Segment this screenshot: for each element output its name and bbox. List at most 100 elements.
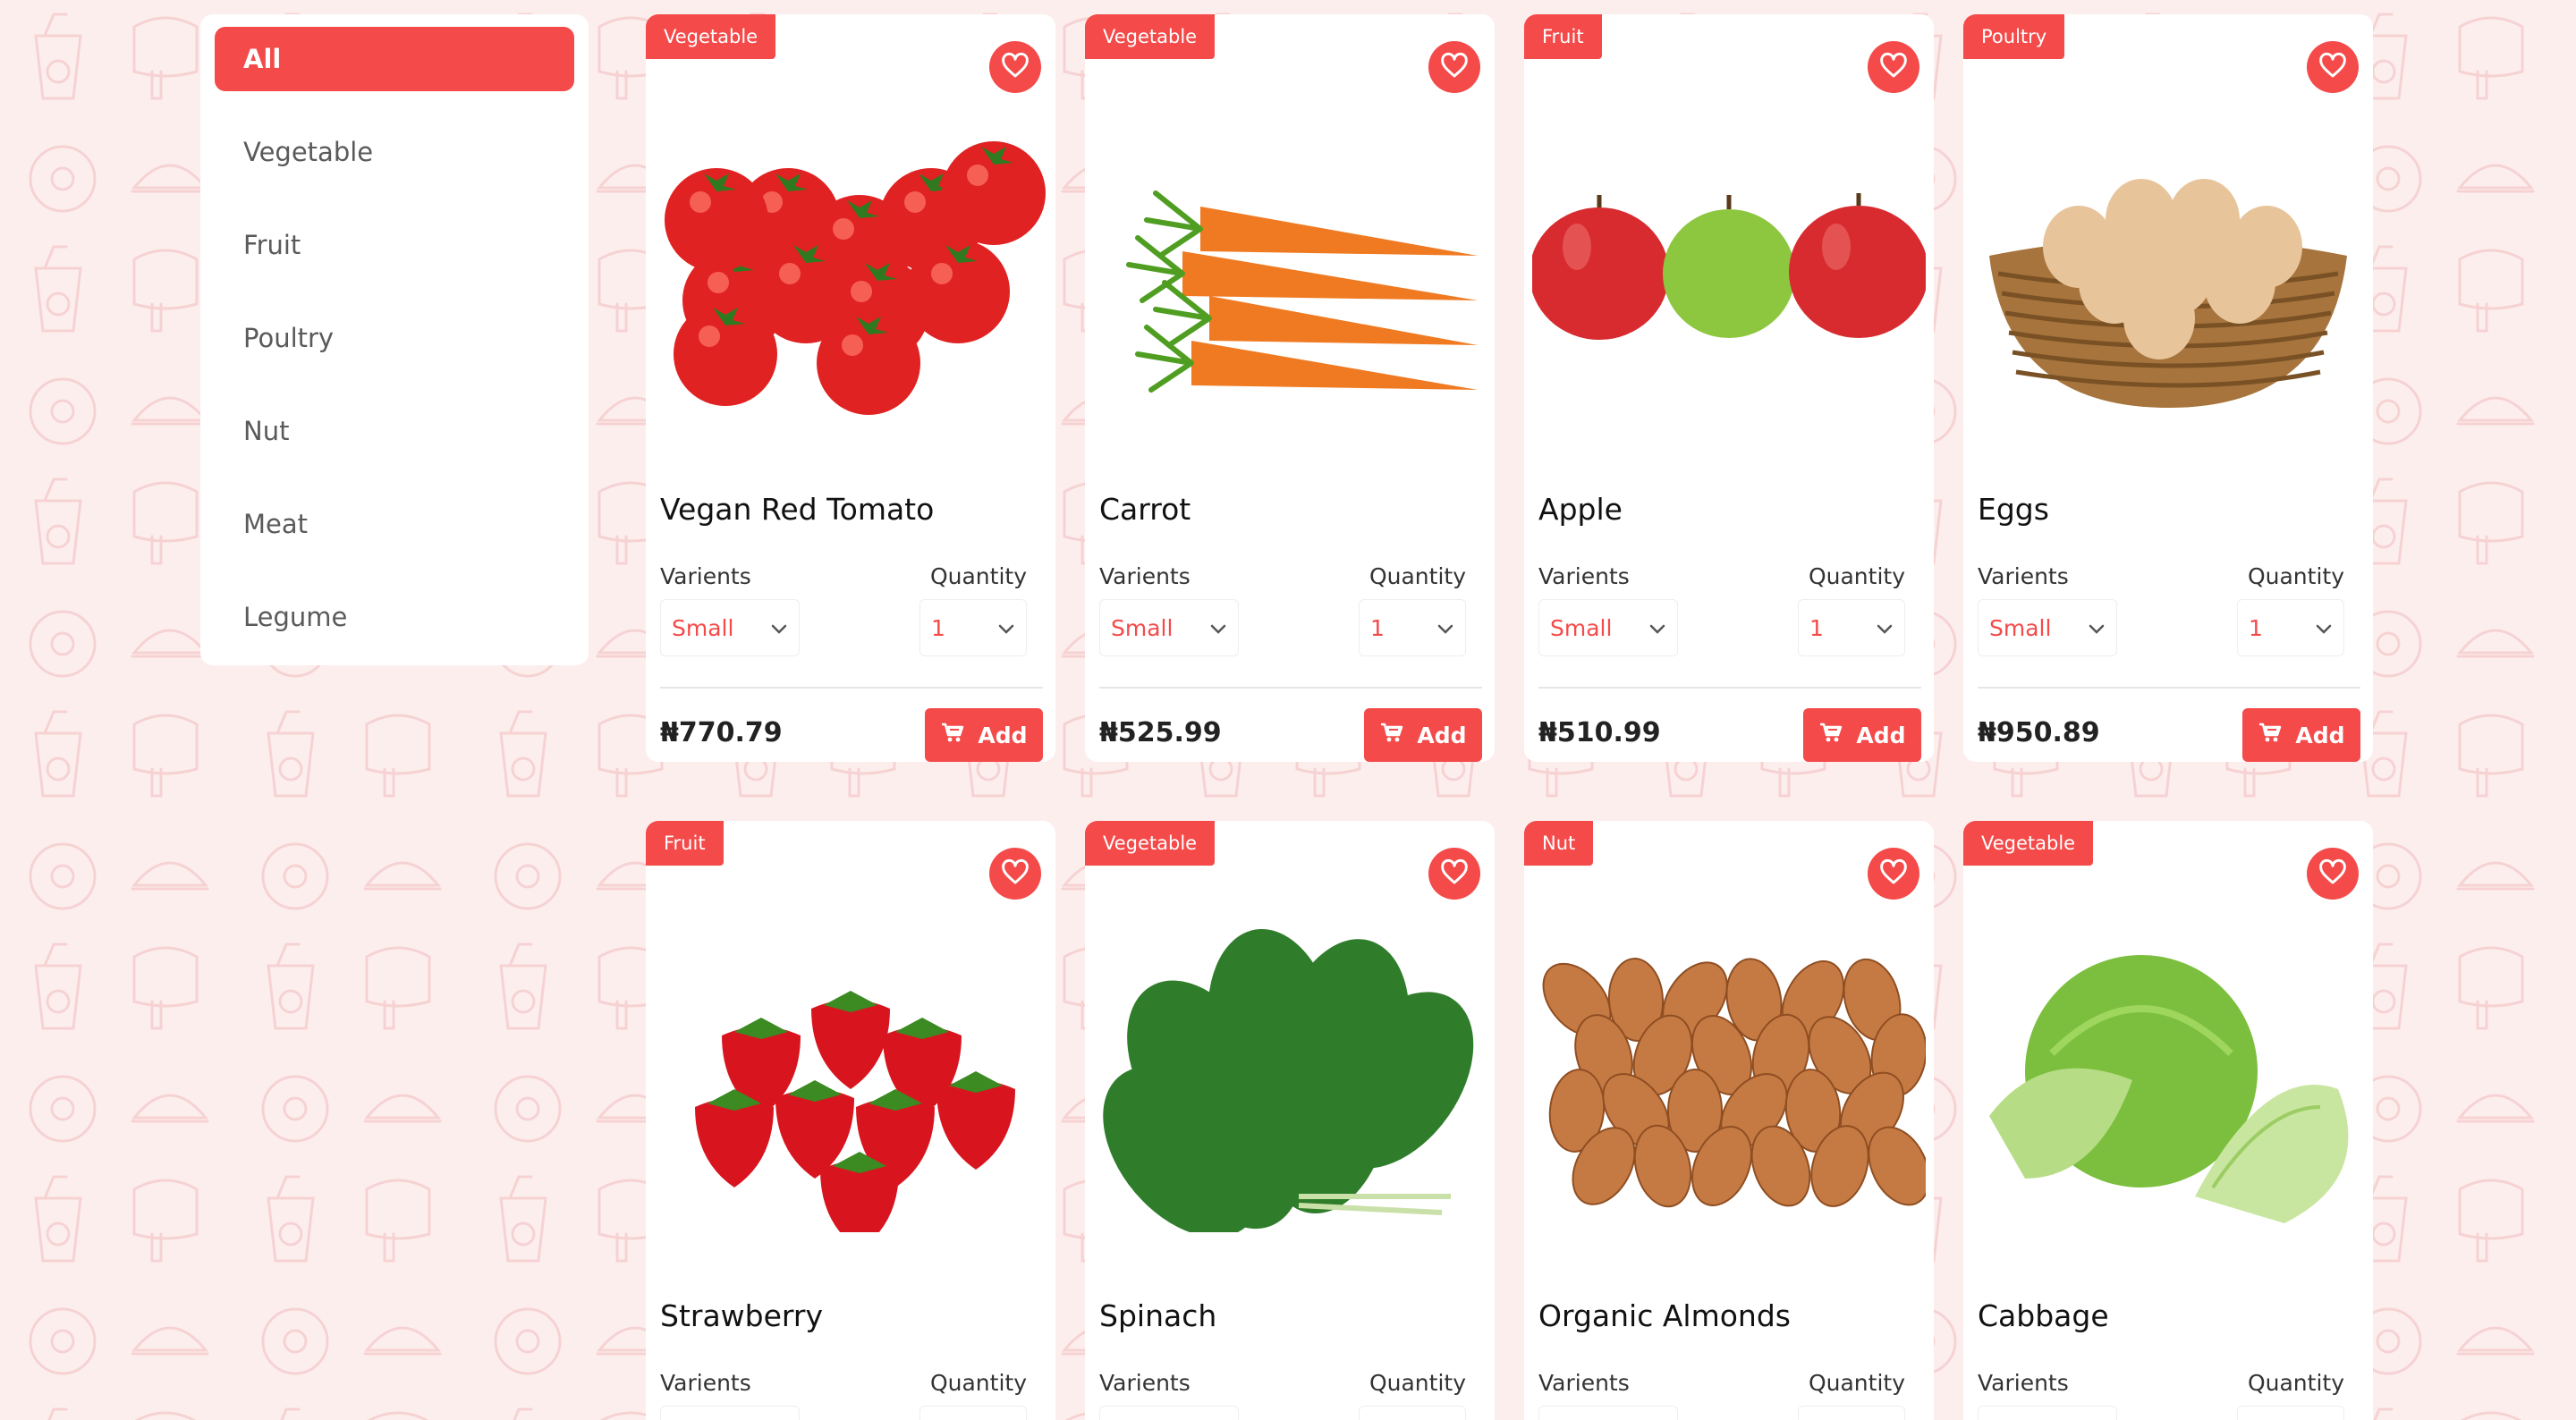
category-badge: Fruit — [1524, 14, 1602, 59]
add-to-cart-button[interactable]: Add — [925, 708, 1043, 762]
quantity-label: Quantity — [1368, 1370, 1466, 1396]
variant-select[interactable]: Small — [1099, 599, 1239, 656]
variant-label: Varients — [1099, 563, 1191, 589]
product-image — [1524, 910, 1934, 1250]
quantity-label: Quantity — [2247, 1370, 2344, 1396]
category-badge: Vegetable — [1085, 821, 1216, 866]
heart-icon — [1879, 858, 1908, 889]
add-button-label: Add — [978, 722, 1028, 748]
sidebar-item-all[interactable]: All — [215, 27, 574, 91]
quantity-label: Quantity — [2247, 563, 2344, 589]
variant-label: Varients — [660, 563, 751, 589]
quantity-label: Quantity — [929, 563, 1027, 589]
category-badge: Poultry — [1963, 14, 2065, 59]
chevron-down-icon — [770, 615, 788, 641]
quantity-label: Quantity — [929, 1370, 1027, 1396]
quantity-select[interactable]: 1 — [1798, 1406, 1905, 1420]
variant-select[interactable]: Small — [1538, 599, 1678, 656]
heart-icon — [1001, 858, 1030, 889]
variant-select[interactable]: Small — [660, 1406, 800, 1420]
product-card: Fruit Apple Varients Quantity Small 1 ₦510.99 A… — [1524, 14, 1934, 762]
quantity-select[interactable]: 1 — [919, 599, 1027, 656]
quantity-value: 1 — [1809, 614, 1824, 641]
product-price: ₦950.89 — [1978, 717, 2100, 748]
add-to-cart-button[interactable]: Add — [1803, 708, 1921, 762]
favorite-button[interactable] — [989, 41, 1041, 93]
favorite-button[interactable] — [2307, 848, 2359, 900]
heart-icon — [1001, 52, 1030, 82]
quantity-value: 1 — [1370, 614, 1385, 641]
add-to-cart-button[interactable]: Add — [2242, 708, 2360, 762]
product-title: Eggs — [1978, 492, 2049, 527]
divider — [1099, 687, 1482, 689]
sidebar-item-meat[interactable]: Meat — [215, 492, 574, 556]
category-sidebar: All Vegetable Fruit Poultry Nut Meat Legume — [200, 14, 589, 665]
variant-select[interactable]: Small — [1538, 1406, 1678, 1420]
product-price: ₦510.99 — [1538, 717, 1661, 748]
product-title: Carrot — [1099, 492, 1191, 527]
variant-select[interactable]: Small — [1099, 1406, 1239, 1420]
category-badge: Vegetable — [1085, 14, 1216, 59]
chevron-down-icon — [2315, 615, 2333, 641]
chevron-down-icon — [997, 615, 1015, 641]
product-title: Organic Almonds — [1538, 1298, 1791, 1333]
cart-icon — [1379, 722, 1404, 748]
variant-select[interactable]: Small — [1978, 1406, 2117, 1420]
quantity-select[interactable]: 1 — [919, 1406, 1027, 1420]
product-image — [1524, 104, 1934, 444]
product-card: Vegetable Vegan Red Tomato Varients Quantit… — [646, 14, 1055, 762]
sidebar-item-poultry[interactable]: Poultry — [215, 306, 574, 370]
favorite-button[interactable] — [1428, 41, 1480, 93]
quantity-select[interactable]: 1 — [1359, 599, 1466, 656]
product-image — [1085, 910, 1495, 1250]
add-button-label: Add — [2295, 722, 2345, 748]
sidebar-item-legume[interactable]: Legume — [215, 585, 574, 649]
variant-value: Small — [1111, 614, 1174, 641]
quantity-select[interactable]: 1 — [1359, 1406, 1466, 1420]
heart-icon — [1440, 858, 1469, 889]
product-card: Vegetable Cabbage Varients Quantity Small 1 — [1963, 821, 2373, 1420]
favorite-button[interactable] — [2307, 41, 2359, 93]
add-button-label: Add — [1856, 722, 1906, 748]
quantity-select[interactable]: 1 — [1798, 599, 1905, 656]
product-card: Vegetable Carrot Varients Quantity Small 1 ₦52… — [1085, 14, 1495, 762]
cart-icon — [1818, 722, 1843, 748]
chevron-down-icon — [1876, 615, 1894, 641]
cart-icon — [2258, 722, 2283, 748]
variant-value: Small — [1989, 614, 2052, 641]
favorite-button[interactable] — [1868, 41, 1919, 93]
quantity-value: 1 — [2249, 614, 2263, 641]
variant-label: Varients — [1099, 1370, 1191, 1396]
heart-icon — [1440, 52, 1469, 82]
variant-label: Varients — [1538, 563, 1630, 589]
add-button-label: Add — [1417, 722, 1467, 748]
chevron-down-icon — [2088, 615, 2106, 641]
cart-icon — [940, 722, 965, 748]
quantity-label: Quantity — [1368, 563, 1466, 589]
quantity-select[interactable]: 1 — [2237, 1406, 2344, 1420]
product-title: Strawberry — [660, 1298, 823, 1333]
product-image — [1963, 910, 2373, 1250]
variant-select[interactable]: Small — [1978, 599, 2117, 656]
product-title: Spinach — [1099, 1298, 1217, 1333]
product-price: ₦770.79 — [660, 717, 783, 748]
favorite-button[interactable] — [989, 848, 1041, 900]
sidebar-item-vegetable[interactable]: Vegetable — [215, 120, 574, 184]
sidebar-item-nut[interactable]: Nut — [215, 399, 574, 463]
add-to-cart-button[interactable]: Add — [1364, 708, 1482, 762]
product-card: Nut Organic Almonds Varients Quantity Small 1 — [1524, 821, 1934, 1420]
favorite-button[interactable] — [1428, 848, 1480, 900]
divider — [1538, 687, 1921, 689]
variant-value: Small — [672, 614, 734, 641]
category-badge: Nut — [1524, 821, 1594, 866]
chevron-down-icon — [1648, 615, 1666, 641]
variant-label: Varients — [1538, 1370, 1630, 1396]
favorite-button[interactable] — [1868, 848, 1919, 900]
product-title: Apple — [1538, 492, 1623, 527]
quantity-select[interactable]: 1 — [2237, 599, 2344, 656]
product-image — [1963, 104, 2373, 444]
variant-select[interactable]: Small — [660, 599, 800, 656]
sidebar-item-fruit[interactable]: Fruit — [215, 213, 574, 277]
heart-icon — [1879, 52, 1908, 82]
product-card: Poultry Eggs Varients Quantity Small 1 ₦950.89… — [1963, 14, 2373, 762]
